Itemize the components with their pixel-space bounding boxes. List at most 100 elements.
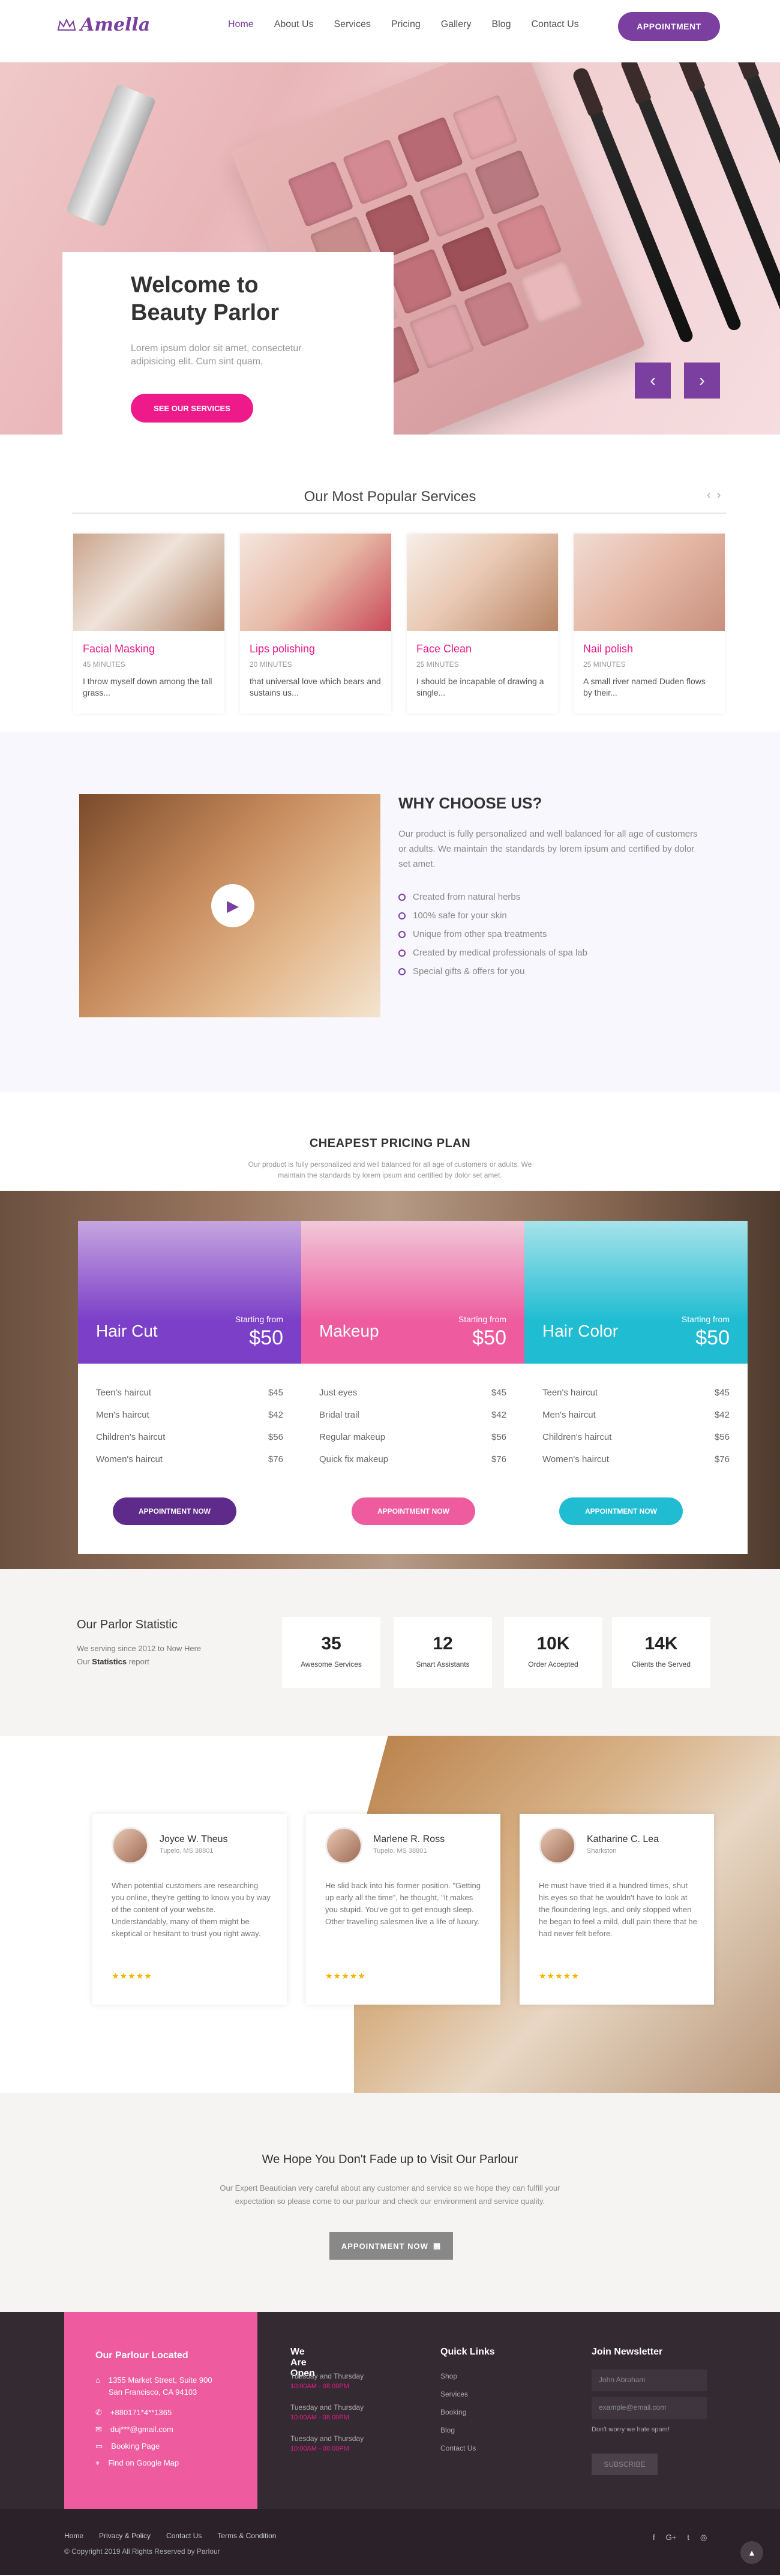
see-services-button[interactable]: SEE OUR SERVICES: [131, 394, 253, 423]
footer-link[interactable]: Blog: [440, 2426, 512, 2434]
facebook-icon[interactable]: f: [653, 2533, 655, 2542]
why-list: Created from natural herbs 100% safe for…: [398, 888, 587, 981]
pricing-card-header: Starting from $50 Hair Cut: [78, 1221, 301, 1364]
plan-name: Hair Color: [542, 1322, 619, 1340]
list-item: Special gifts & offers for you: [398, 962, 587, 981]
subscribe-button[interactable]: SUBSCRIBE: [592, 2454, 658, 2475]
cosmetic-tube-image: [65, 83, 157, 227]
footer-link[interactable]: Shop: [440, 2372, 512, 2380]
nav-contact[interactable]: Contact Us: [531, 19, 578, 30]
twitter-icon[interactable]: t: [687, 2533, 689, 2542]
phone[interactable]: ✆ +880171*4**1365: [95, 2407, 172, 2419]
instagram-icon[interactable]: ◎: [700, 2533, 707, 2542]
visit-title: We Hope You Don't Fade up to Visit Our P…: [262, 2153, 518, 2166]
service-duration: 25 MINUTES: [416, 660, 459, 669]
service-card[interactable]: Face Clean 25 MINUTES I should be incapa…: [407, 534, 558, 714]
hero-subtitle: Lorem ipsum dolor sit amet, consectetur …: [131, 343, 302, 367]
testimonial-text: He slid back into his former position. "…: [325, 1881, 481, 1926]
appointment-now-button[interactable]: APPOINTMENT NOW: [352, 1497, 475, 1525]
slider-next-button[interactable]: ›: [684, 363, 720, 399]
slider-prev-button[interactable]: ‹: [635, 363, 671, 399]
map-link[interactable]: ⌖ Find on Google Map: [95, 2457, 179, 2469]
stats-title: Our Parlor Statistic: [77, 1618, 178, 1631]
nav-gallery[interactable]: Gallery: [441, 19, 472, 30]
nav-blog[interactable]: Blog: [491, 19, 511, 30]
service-description: I throw myself down among the tall grass…: [83, 676, 212, 697]
service-name[interactable]: Facial Masking: [83, 643, 215, 655]
circle-bullet-icon: [398, 949, 406, 957]
chevron-left-icon: ‹: [650, 371, 656, 390]
chevron-right-icon: ›: [699, 371, 705, 390]
page-icon: ▭: [95, 2442, 103, 2451]
service-card[interactable]: Facial Masking 45 MINUTES I throw myself…: [73, 534, 224, 714]
service-duration: 20 MINUTES: [250, 660, 292, 669]
plan-name: Hair Cut: [96, 1322, 158, 1340]
service-description: I should be incapable of drawing a singl…: [416, 676, 544, 697]
nav-services[interactable]: Services: [334, 19, 371, 30]
email[interactable]: ✉ duj***@gmail.com: [95, 2424, 173, 2436]
crown-logo-icon: [57, 18, 76, 31]
chevron-up-icon: ▲: [748, 2548, 756, 2557]
price-row: Children's haircut $56: [542, 1432, 730, 1442]
service-description: that universal love which bears and sust…: [250, 676, 381, 697]
services-section: Our Most Popular Services ‹› Facial Mask…: [0, 435, 780, 732]
nav-home[interactable]: Home: [228, 19, 254, 30]
footer-link[interactable]: Services: [440, 2390, 512, 2398]
price-row: Women's haircut $76: [542, 1454, 730, 1464]
circle-bullet-icon: [398, 912, 406, 919]
footer-link[interactable]: Contact Us: [440, 2444, 512, 2452]
service-name[interactable]: Lips polishing: [250, 643, 382, 655]
main-nav: Home About Us Services Pricing Gallery B…: [228, 19, 579, 30]
footer-link-contact[interactable]: Contact Us: [166, 2532, 202, 2540]
service-name[interactable]: Nail polish: [583, 643, 715, 655]
brand-name: Amella: [80, 14, 151, 35]
spa-video-thumbnail[interactable]: ▶: [79, 794, 380, 1017]
testimonial-text: He must have tried it a hundred times, s…: [539, 1881, 697, 1938]
copyright: © Copyright 2019 All Rights Reserved by …: [64, 2547, 220, 2556]
price-row: Regular makeup $56: [319, 1432, 506, 1442]
why-title: WHY CHOOSE US?: [398, 794, 542, 812]
avatar: [325, 1827, 362, 1864]
appointment-now-button[interactable]: APPOINTMENT NOW: [559, 1497, 683, 1525]
chevron-left-icon[interactable]: ‹: [707, 489, 717, 502]
plan-name: Makeup: [319, 1322, 379, 1340]
appointment-now-button[interactable]: APPOINTMENT NOW: [113, 1497, 236, 1525]
service-name[interactable]: Face Clean: [416, 643, 548, 655]
address: ⌂ 1355 Market Street, Suite 900 San Franc…: [95, 2374, 212, 2398]
pricing-card-header: Starting from $50 Hair Color: [524, 1221, 748, 1364]
booking-link[interactable]: ▭ Booking Page: [95, 2440, 160, 2452]
service-card[interactable]: Lips polishing 20 MINUTES that universal…: [240, 534, 391, 714]
hero-card: Welcome to Beauty Parlor Lorem ipsum dol…: [62, 252, 394, 435]
footer-bottom: Home Privacy & Policy Contact Us Terms &…: [0, 2509, 780, 2575]
brand-logo[interactable]: Amella: [56, 14, 150, 35]
back-to-top-button[interactable]: ▲: [740, 2541, 763, 2564]
stat-box: 35 Awesome Services: [282, 1617, 380, 1688]
nav-about[interactable]: About Us: [274, 19, 314, 30]
list-item: 100% safe for your skin: [398, 906, 587, 925]
services-carousel-nav: ‹›: [707, 489, 727, 502]
star-rating-icon: ★★★★★: [325, 1971, 366, 1981]
phone-icon: ✆: [95, 2408, 102, 2417]
appointment-button[interactable]: APPOINTMENT: [618, 12, 720, 41]
service-duration: 45 MINUTES: [83, 660, 125, 669]
chevron-right-icon[interactable]: ›: [717, 489, 727, 502]
why-choose-section: ▶ WHY CHOOSE US? Our product is fully pe…: [0, 732, 780, 1092]
footer-link-privacy[interactable]: Privacy & Policy: [99, 2532, 151, 2540]
testimonial-location: Tupelo, MS 38801: [373, 1847, 427, 1855]
footer-link[interactable]: Booking: [440, 2408, 512, 2416]
list-item: Created by medical professionals of spa …: [398, 943, 587, 962]
services-title: Our Most Popular Services: [304, 489, 476, 505]
price-row: Quick fix makeup $76: [319, 1454, 506, 1464]
testimonial-name: Katharine C. Lea: [587, 1834, 659, 1844]
nav-pricing[interactable]: Pricing: [391, 19, 421, 30]
google-plus-icon[interactable]: G+: [666, 2533, 677, 2542]
name-input[interactable]: John Abraham: [592, 2370, 707, 2391]
footer-link-home[interactable]: Home: [64, 2532, 83, 2540]
price-row: Children's haircut $56: [96, 1432, 283, 1442]
play-video-button[interactable]: ▶: [211, 884, 254, 927]
email-input[interactable]: example@email.com: [592, 2397, 707, 2419]
plan-price: $50: [472, 1326, 506, 1349]
footer-link-terms[interactable]: Terms & Condition: [217, 2532, 276, 2540]
service-card[interactable]: Nail polish 25 MINUTES A small river nam…: [574, 534, 725, 714]
appointment-now-button[interactable]: APPOINTMENT NOW ▦: [329, 2232, 453, 2260]
